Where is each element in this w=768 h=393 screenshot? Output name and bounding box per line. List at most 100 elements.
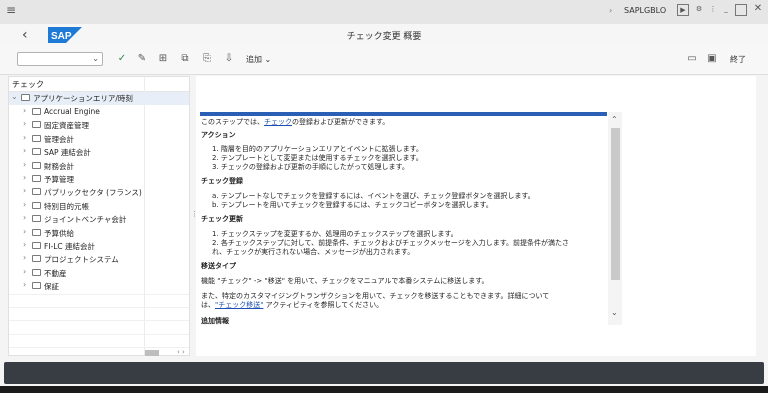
heading-register: チェック登録 bbox=[201, 177, 243, 185]
tree-node[interactable]: › 特別目的元帳 bbox=[9, 200, 189, 213]
tree-node[interactable]: › FI-LC 連結会計 bbox=[9, 240, 189, 253]
expand-down-icon[interactable]: ⌄ bbox=[11, 92, 18, 101]
heading-transport: 移送タイプ bbox=[201, 262, 236, 270]
toolbar: ⌄ ✓ ✎ ⊞ ⧉ ⎘ ⇩ 追加 ⌄ ▭ ▣ 終了 bbox=[0, 46, 768, 75]
tree-node-label: 不動産 bbox=[44, 268, 67, 278]
folder-icon bbox=[32, 188, 41, 196]
tree-header-label: チェック bbox=[12, 80, 44, 89]
expand-right-icon[interactable]: › bbox=[23, 200, 26, 209]
tree-node-label: FI-LC 連結会計 bbox=[44, 242, 96, 251]
new-entry-icon[interactable]: ⊞ bbox=[157, 53, 169, 65]
folder-icon bbox=[32, 268, 41, 276]
update-item: れ、チェックが実行されない場合、メッセージが出力されます。 bbox=[212, 248, 415, 256]
splitter-handle[interactable]: ⋮ bbox=[191, 210, 198, 220]
expand-right-icon[interactable]: › bbox=[23, 280, 26, 289]
tree-node-label: パブリックセクタ (フランス) bbox=[44, 188, 142, 198]
hamburger-menu-icon[interactable]: ≡ bbox=[6, 4, 18, 16]
tree-node-label: 予算供給 bbox=[44, 228, 74, 238]
expand-right-icon[interactable]: › bbox=[23, 106, 26, 115]
expand-right-icon[interactable]: › bbox=[23, 146, 26, 155]
tree-root-node[interactable]: ⌄ アプリケーションエリア/時刻 bbox=[9, 92, 189, 105]
action-item: 3. チェックの登録および更新の手順にしたがって処理します。 bbox=[212, 163, 409, 171]
tree-node[interactable]: › パブリックセクタ (フランス) bbox=[9, 186, 189, 199]
play-icon[interactable]: ▶ bbox=[677, 4, 689, 16]
folder-icon bbox=[32, 121, 41, 129]
transport-icon[interactable]: ⇩ bbox=[223, 53, 235, 65]
scroll-up-icon[interactable]: ⌃ bbox=[611, 115, 618, 124]
intro-text: このステップでは、チェックの登録および更新ができます。 bbox=[201, 118, 390, 126]
transport-paragraph: 機能 "チェック" -> "移送" を用いて、チェックをマニュアルで本番システム… bbox=[201, 277, 489, 285]
minimize-icon[interactable]: _ bbox=[720, 4, 732, 16]
tree-node-label: 財務会計 bbox=[44, 161, 74, 171]
tree-node[interactable]: › プロジェクトシステム bbox=[9, 253, 189, 266]
tree-node[interactable]: › 予算供給 bbox=[9, 227, 189, 240]
program-name: SAPLGBLO bbox=[624, 6, 667, 15]
action-item: 1. 階層を目的のアプリケーションエリアとイベントに拡張します。 bbox=[212, 145, 423, 153]
tree-node-label: 保証 bbox=[44, 282, 59, 292]
tree-node[interactable]: › 管理会計 bbox=[9, 133, 189, 146]
title-bar: チェック変更 概要 ‹ SAP bbox=[0, 24, 768, 47]
transport-paragraph: また、特定のカスタマイジングトランザクションを用いて、チェックを移送することもで… bbox=[201, 292, 550, 300]
scrollbar-thumb[interactable] bbox=[611, 128, 620, 280]
tree-node[interactable]: › 固定資産管理 bbox=[9, 119, 189, 132]
settings-icon[interactable]: ⚙ bbox=[693, 4, 705, 16]
tree-node[interactable]: › 保証 bbox=[9, 280, 189, 293]
tree-node-label: 特別目的元帳 bbox=[44, 201, 89, 211]
expand-right-icon[interactable]: › bbox=[23, 240, 26, 249]
expand-right-icon[interactable]: › bbox=[23, 213, 26, 222]
folder-icon bbox=[32, 215, 41, 223]
expand-right-icon[interactable]: › bbox=[23, 173, 26, 182]
folder-icon bbox=[32, 108, 41, 115]
tree-node[interactable]: › 不動産 bbox=[9, 267, 189, 280]
check-transport-link[interactable]: "チェック移送" bbox=[215, 301, 263, 309]
back-icon[interactable]: ‹ bbox=[22, 28, 34, 42]
check-tree: チェック ⌄ アプリケーションエリア/時刻 › Accrual Engine › 固定… bbox=[8, 76, 190, 356]
folder-icon bbox=[32, 201, 41, 209]
check-icon[interactable]: ✓ bbox=[116, 53, 128, 65]
folder-icon bbox=[32, 148, 41, 156]
chevron-down-icon[interactable]: ⌄ bbox=[92, 54, 99, 63]
expand-right-icon[interactable]: › bbox=[23, 160, 26, 169]
layout-icon[interactable]: ▭ bbox=[686, 53, 698, 65]
tree-root-label: アプリケーションエリア/時刻 bbox=[33, 94, 133, 103]
tree-node[interactable]: › 予算管理 bbox=[9, 173, 189, 186]
empty-tree-row bbox=[9, 293, 189, 295]
taskbar-strip bbox=[0, 386, 768, 393]
command-field[interactable]: ⌄ bbox=[17, 52, 103, 66]
tree-node[interactable]: › 財務会計 bbox=[9, 160, 189, 173]
sap-logo: SAP bbox=[48, 27, 82, 43]
check-link[interactable]: チェック bbox=[264, 118, 292, 126]
folder-icon bbox=[32, 255, 41, 263]
folder-icon bbox=[32, 134, 41, 142]
exit-button[interactable]: 終了 bbox=[730, 54, 746, 65]
update-item: 1. チェックステップを変更するか、処理用のチェックステップを選択します。 bbox=[212, 230, 458, 238]
tree-node-label: Accrual Engine bbox=[44, 107, 100, 116]
tree-scrollbar[interactable] bbox=[145, 350, 159, 356]
edit-icon[interactable]: ✎ bbox=[136, 53, 148, 65]
window-icon[interactable]: ▣ bbox=[706, 53, 718, 65]
page-title: チェック変更 概要 bbox=[346, 32, 422, 42]
tree-node[interactable]: › ジョイントベンチャ会計 bbox=[9, 213, 189, 226]
save-icon[interactable]: ⎘ bbox=[201, 53, 213, 65]
tree-node-label: 予算管理 bbox=[44, 175, 74, 184]
scroll-down-icon[interactable]: ⌄ bbox=[611, 308, 618, 317]
expand-right-icon[interactable]: › bbox=[23, 267, 26, 276]
expand-right-icon[interactable]: › bbox=[23, 186, 26, 195]
expand-right-icon[interactable]: › bbox=[23, 133, 26, 142]
maximize-icon[interactable] bbox=[735, 4, 747, 16]
add-menu-button[interactable]: 追加 ⌄ bbox=[246, 54, 271, 65]
tree-node[interactable]: › Accrual Engine bbox=[9, 106, 189, 119]
expand-right-icon[interactable]: › bbox=[23, 253, 26, 262]
close-icon[interactable]: ✕ bbox=[752, 4, 764, 16]
scroll-arrows-icon[interactable]: ‹ › bbox=[177, 348, 185, 356]
document-header-bar bbox=[200, 112, 607, 116]
expand-right-icon[interactable]: › bbox=[23, 227, 26, 236]
empty-tree-row bbox=[9, 320, 189, 322]
expand-right-icon[interactable]: › bbox=[23, 119, 26, 128]
tree-node[interactable]: › SAP 連結会計 bbox=[9, 146, 189, 159]
folder-icon bbox=[32, 161, 41, 169]
chevron-right-icon[interactable]: › bbox=[609, 6, 612, 15]
more-icon[interactable]: ⋮ bbox=[707, 4, 719, 16]
transport-paragraph: は、"チェック移送" アクティビティを参照してください。 bbox=[201, 301, 384, 309]
copy-icon[interactable]: ⧉ bbox=[179, 53, 191, 65]
